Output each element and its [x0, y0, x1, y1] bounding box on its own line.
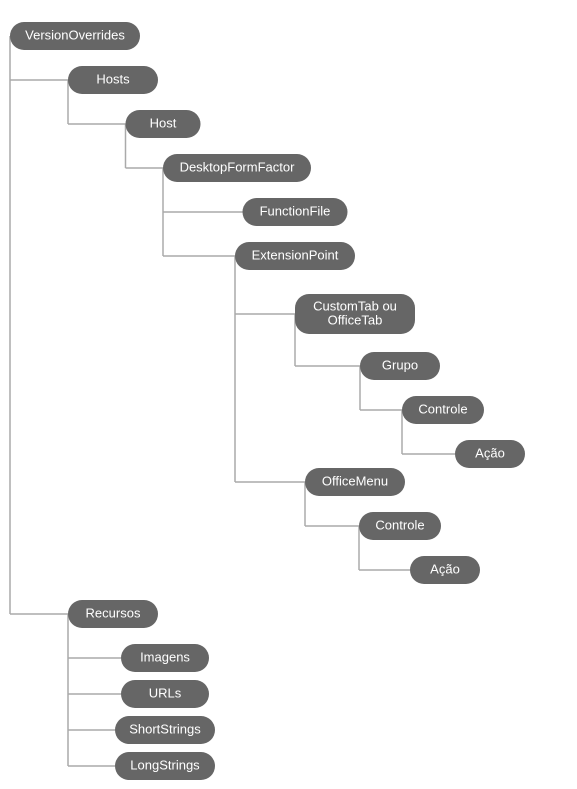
node-rect-acao1 [455, 440, 525, 468]
node-rect-extensionPoint [235, 242, 355, 270]
node-acao1: Ação [455, 440, 525, 468]
node-officeMenu: OfficeMenu [305, 468, 405, 496]
node-imagens: Imagens [121, 644, 209, 672]
node-rect-hosts [68, 66, 158, 94]
node-rect-acao2 [410, 556, 480, 584]
node-rect-urls [121, 680, 209, 708]
node-rect-versionOverrides [10, 22, 140, 50]
node-customTab: CustomTab ouOfficeTab [295, 294, 415, 334]
tree-diagram: VersionOverrides Hosts Host DesktopFormFact… [0, 0, 577, 789]
node-recursos: Recursos [68, 600, 158, 628]
node-rect-shortStrings [115, 716, 215, 744]
node-hosts: Hosts [68, 66, 158, 94]
node-rect-controle1 [402, 396, 484, 424]
node-rect-desktopFormFactor [163, 154, 311, 182]
node-rect-officeMenu [305, 468, 405, 496]
node-rect-functionFile [243, 198, 348, 226]
node-rect-controle2 [359, 512, 441, 540]
node-rect-grupo [360, 352, 440, 380]
node-acao2: Ação [410, 556, 480, 584]
node-extensionPoint: ExtensionPoint [235, 242, 355, 270]
node-rect-imagens [121, 644, 209, 672]
node-functionFile: FunctionFile [243, 198, 348, 226]
node-longStrings: LongStrings [115, 752, 215, 780]
node-desktopFormFactor: DesktopFormFactor [163, 154, 311, 182]
node-rect-host [126, 110, 201, 138]
node-controle2: Controle [359, 512, 441, 540]
node-controle1: Controle [402, 396, 484, 424]
node-host: Host [126, 110, 201, 138]
node-versionOverrides: VersionOverrides [10, 22, 140, 50]
node-rect-recursos [68, 600, 158, 628]
node-grupo: Grupo [360, 352, 440, 380]
node-urls: URLs [121, 680, 209, 708]
node-rect-longStrings [115, 752, 215, 780]
node-shortStrings: ShortStrings [115, 716, 215, 744]
node-rect-customTab [295, 294, 415, 334]
